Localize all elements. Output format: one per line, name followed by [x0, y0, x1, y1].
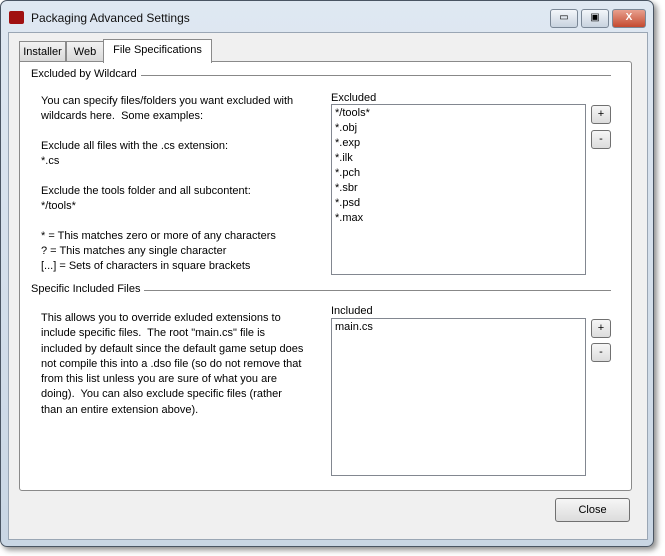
- add-included-button[interactable]: +: [591, 319, 611, 338]
- close-button[interactable]: Close: [555, 498, 630, 522]
- excluded-list-label: Excluded: [331, 92, 377, 104]
- remove-excluded-button[interactable]: -: [591, 130, 611, 149]
- list-item[interactable]: *.sbr: [335, 181, 582, 196]
- tab-installer[interactable]: Installer: [19, 41, 66, 62]
- list-item[interactable]: *.pch: [335, 166, 582, 181]
- list-item[interactable]: *.ilk: [335, 151, 582, 166]
- included-description: This allows you to override exluded exte…: [41, 312, 304, 416]
- close-window-button[interactable]: X: [612, 9, 646, 28]
- add-excluded-button[interactable]: +: [591, 105, 611, 124]
- included-list-label: Included: [331, 305, 373, 317]
- excluded-description: You can specify files/folders you want e…: [41, 95, 294, 272]
- tab-web[interactable]: Web: [66, 41, 104, 62]
- list-item[interactable]: *.max: [335, 211, 582, 226]
- list-item[interactable]: *.exp: [335, 136, 582, 151]
- dialog-window: Packaging Advanced Settings ▭ ▣ X Instal…: [0, 0, 654, 547]
- list-item[interactable]: *.psd: [335, 196, 582, 211]
- list-item[interactable]: main.cs: [335, 320, 582, 335]
- included-section-title: Specific Included Files: [31, 283, 145, 295]
- list-item[interactable]: */tools*: [335, 106, 582, 121]
- tab-file-specifications[interactable]: File Specifications: [103, 39, 212, 63]
- app-icon: [9, 11, 24, 24]
- excluded-section-title: Excluded by Wildcard: [31, 68, 141, 80]
- window-title: Packaging Advanced Settings: [31, 11, 190, 25]
- maximize-button[interactable]: ▣: [581, 9, 609, 28]
- minimize-button[interactable]: ▭: [550, 9, 578, 28]
- list-item[interactable]: *.obj: [335, 121, 582, 136]
- included-list[interactable]: main.cs: [331, 318, 586, 476]
- remove-included-button[interactable]: -: [591, 343, 611, 362]
- tab-panel: Excluded by Wildcard You can specify fil…: [19, 61, 632, 491]
- excluded-list[interactable]: */tools* *.obj *.exp *.ilk *.pch *.sbr *…: [331, 104, 586, 275]
- client-area: Installer Web File Specifications Exclud…: [8, 32, 648, 540]
